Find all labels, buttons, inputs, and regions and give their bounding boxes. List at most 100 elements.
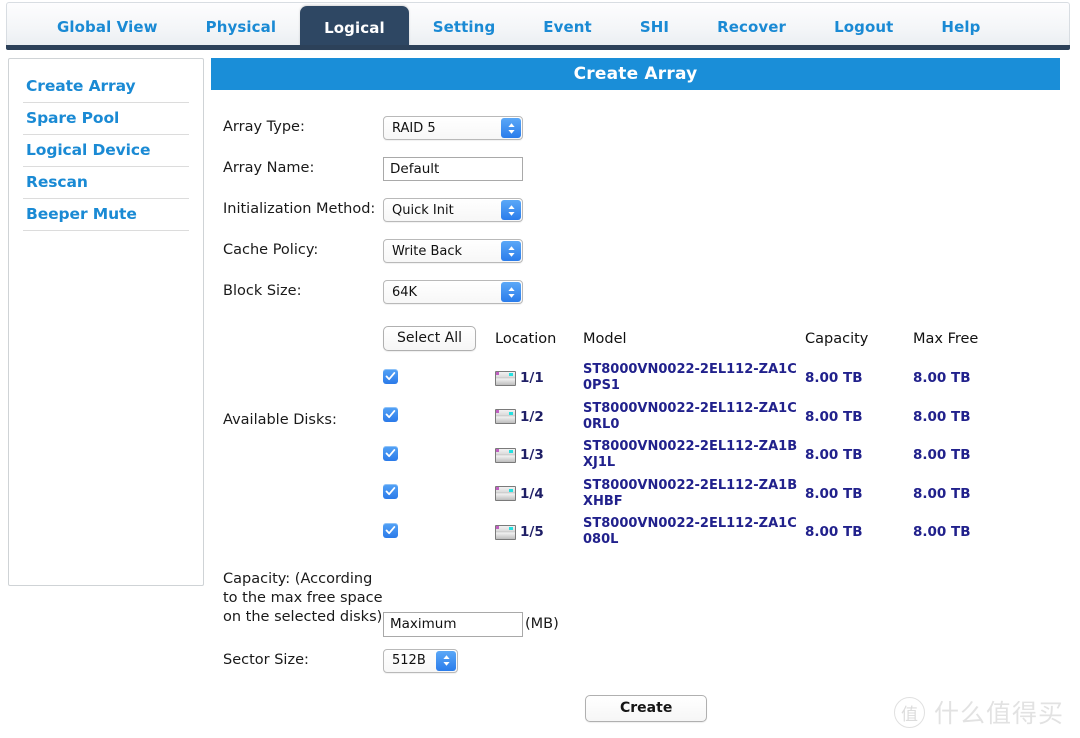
disk-checkbox-cell: [383, 400, 495, 439]
page-title: Create Array: [211, 58, 1060, 90]
chevron-updown-icon[interactable]: [436, 650, 456, 671]
disk-model-cell: ST8000VN0022-2EL112-ZA1BXJ1L: [583, 438, 805, 477]
hard-drive-icon: [495, 447, 516, 463]
disk-model[interactable]: ST8000VN0022-2EL112-ZA1BXJ1L: [583, 439, 797, 470]
disk-checkbox-cell: [383, 361, 495, 400]
tab-event[interactable]: Event: [519, 3, 616, 50]
create-button[interactable]: Create: [585, 694, 708, 722]
hard-drive-icon: [495, 409, 516, 425]
disk-checkbox[interactable]: [383, 407, 398, 423]
disk-capacity-cell: 8.00 TB: [805, 515, 913, 554]
field-capacity: Capacity: (According to the max free spa…: [223, 570, 1060, 637]
disk-capacity-cell: 8.00 TB: [805, 438, 913, 477]
header-location: Location: [495, 330, 557, 347]
table-row[interactable]: 1/2 ST8000VN0022-2EL112-ZA1C0RL0 8.00 TB 8.…: [383, 400, 1023, 439]
sidebar-item-logical-device[interactable]: Logical Device: [23, 135, 189, 167]
initialization-method-select[interactable]: Quick Init: [383, 198, 523, 222]
disk-checkbox[interactable]: [383, 368, 398, 384]
array-type-select[interactable]: RAID 5: [383, 116, 523, 140]
table-header-row: Select All Location Model Capacity Max F…: [383, 326, 1023, 361]
table-row[interactable]: 1/3 ST8000VN0022-2EL112-ZA1BXJ1L 8.00 TB 8.…: [383, 438, 1023, 477]
capacity-input[interactable]: [383, 611, 523, 637]
disk-model-cell: ST8000VN0022-2EL112-ZA1C0PS1: [583, 361, 805, 400]
create-array-form: Array Type: RAID 5 Array Name: Initializ…: [211, 114, 1060, 722]
cache-policy-value: Write Back: [392, 243, 463, 259]
disk-checkbox[interactable]: [383, 445, 398, 461]
sector-size-value: 512B: [392, 653, 426, 668]
cache-policy-label: Cache Policy:: [223, 242, 319, 259]
capacity-control-group: (MB): [383, 570, 559, 637]
hard-drive-icon: [495, 486, 516, 502]
block-size-select[interactable]: 64K: [383, 280, 523, 304]
sidebar-menu: Create Array Spare Pool Logical Device Resc…: [23, 71, 189, 231]
tab-physical[interactable]: Physical: [182, 3, 300, 50]
disk-checkbox-cell: [383, 515, 495, 554]
sidebar-item-beeper-mute[interactable]: Beeper Mute: [23, 199, 189, 231]
tab-setting[interactable]: Setting: [409, 3, 520, 50]
disk-model[interactable]: ST8000VN0022-2EL112-ZA1C0PS1: [583, 362, 797, 393]
chevron-updown-icon[interactable]: [501, 118, 521, 138]
disk-location-cell: 1/2: [495, 400, 583, 439]
disk-location-cell: 1/4: [495, 477, 583, 516]
header-model: Model: [583, 330, 627, 347]
disk-model[interactable]: ST8000VN0022-2EL112-ZA1BXHBF: [583, 478, 797, 509]
disk-capacity-cell: 8.00 TB: [805, 361, 913, 400]
table-row[interactable]: 1/1 ST8000VN0022-2EL112-ZA1C0PS1 8.00 TB 8.…: [383, 361, 1023, 400]
disk-location-cell: 1/1: [495, 361, 583, 400]
available-disks-table: Select All Location Model Capacity Max F…: [383, 326, 1023, 554]
disk-model[interactable]: ST8000VN0022-2EL112-ZA1C0RL0: [583, 401, 797, 432]
field-array-type: Array Type: RAID 5: [223, 114, 1060, 142]
sidebar-item-spare-pool[interactable]: Spare Pool: [23, 103, 189, 135]
sidebar-item-rescan[interactable]: Rescan: [23, 167, 189, 199]
sidebar: Create Array Spare Pool Logical Device Resc…: [8, 58, 204, 586]
disk-capacity-cell: 8.00 TB: [805, 400, 913, 439]
tab-help[interactable]: Help: [917, 3, 1004, 50]
tab-recover[interactable]: Recover: [693, 3, 810, 50]
tab-logout[interactable]: Logout: [810, 3, 917, 50]
select-all-cell: Select All: [383, 326, 495, 361]
field-initialization-method: Initialization Method: Quick Init: [223, 196, 1060, 224]
sector-size-select[interactable]: 512B: [383, 648, 458, 673]
disk-location-cell: 1/3: [495, 438, 583, 477]
disk-checkbox-cell: [383, 438, 495, 477]
tab-shi[interactable]: SHI: [616, 3, 693, 50]
disk-capacity: 8.00 TB: [805, 485, 863, 502]
disk-location: 1/2: [520, 408, 544, 425]
tabbar-underline: [6, 45, 1070, 50]
disk-checkbox[interactable]: [383, 484, 398, 500]
field-available-disks: Available Disks: Select All Location Mod…: [223, 326, 1060, 554]
array-type-label: Array Type:: [223, 119, 305, 136]
select-all-button[interactable]: Select All: [383, 326, 476, 351]
disk-capacity: 8.00 TB: [805, 447, 863, 464]
table-row[interactable]: 1/4 ST8000VN0022-2EL112-ZA1BXHBF 8.00 TB 8.…: [383, 477, 1023, 516]
block-size-value: 64K: [392, 284, 418, 300]
chevron-updown-icon[interactable]: [501, 200, 521, 220]
disk-location: 1/4: [520, 485, 544, 502]
disk-max-free-cell: 8.00 TB: [913, 400, 1023, 439]
disk-max-free-cell: 8.00 TB: [913, 477, 1023, 516]
disk-max-free-cell: 8.00 TB: [913, 361, 1023, 400]
header-capacity: Capacity: [805, 330, 869, 347]
disk-location: 1/5: [520, 524, 544, 541]
disk-max-free: 8.00 TB: [913, 408, 971, 425]
capacity-label: Capacity: (According to the max free spa…: [223, 570, 383, 626]
hard-drive-icon: [495, 524, 516, 540]
disk-max-free: 8.00 TB: [913, 524, 971, 541]
tab-global-view[interactable]: Global View: [33, 3, 182, 50]
disk-max-free: 8.00 TB: [913, 447, 971, 464]
disk-capacity: 8.00 TB: [805, 408, 863, 425]
disk-location-cell: 1/5: [495, 515, 583, 554]
array-name-input[interactable]: [383, 157, 523, 181]
sidebar-item-create-array[interactable]: Create Array: [23, 71, 189, 103]
disk-model-cell: ST8000VN0022-2EL112-ZA1C0RL0: [583, 400, 805, 439]
initialization-method-label: Initialization Method:: [223, 201, 376, 218]
disk-model[interactable]: ST8000VN0022-2EL112-ZA1C080L: [583, 516, 797, 547]
chevron-updown-icon[interactable]: [501, 241, 521, 261]
chevron-updown-icon[interactable]: [501, 282, 521, 302]
tab-logical[interactable]: Logical: [300, 6, 409, 50]
disk-checkbox[interactable]: [383, 522, 398, 538]
table-row[interactable]: 1/5 ST8000VN0022-2EL112-ZA1C080L 8.00 TB 8.…: [383, 515, 1023, 554]
disk-max-free-cell: 8.00 TB: [913, 438, 1023, 477]
cache-policy-select[interactable]: Write Back: [383, 239, 523, 263]
disk-max-free: 8.00 TB: [913, 485, 971, 502]
